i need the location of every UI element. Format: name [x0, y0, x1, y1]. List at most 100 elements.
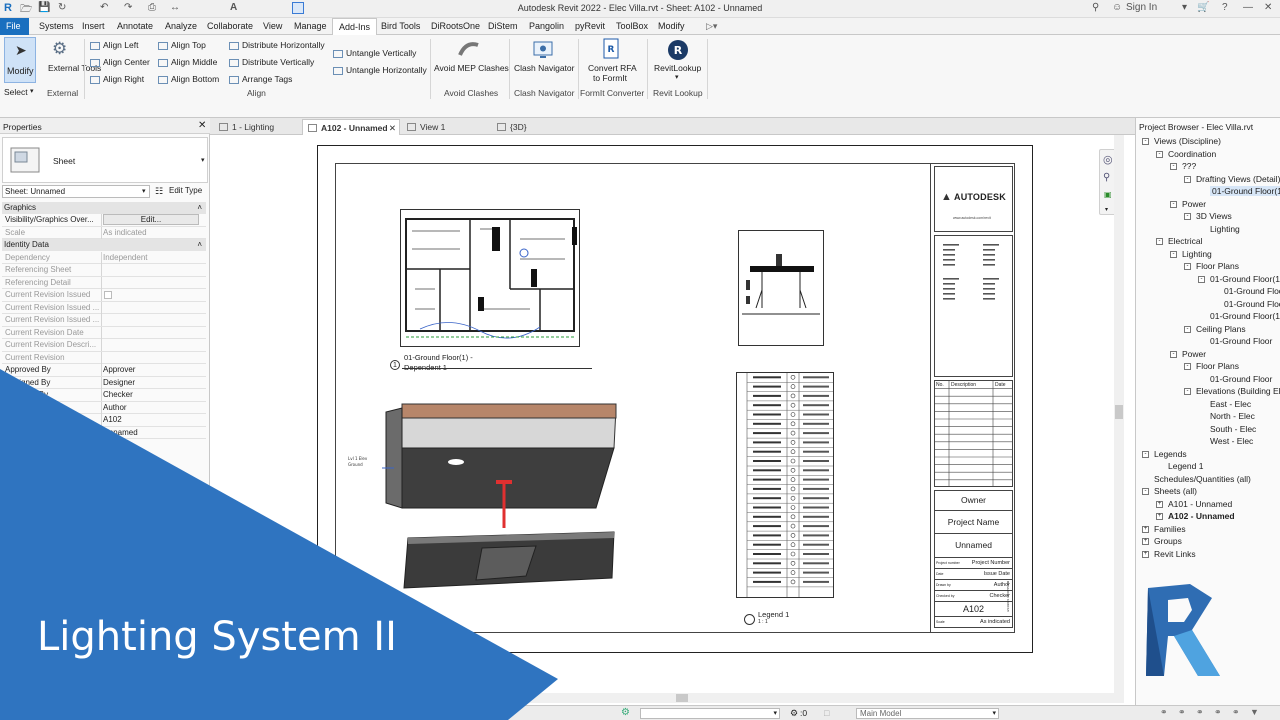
view-tab-view1[interactable]: View 1 [402, 119, 488, 135]
browser-item[interactable]: Lighting [1182, 249, 1212, 259]
tab-bird-tools[interactable]: Bird Tools [375, 18, 426, 35]
design-option-select[interactable]: Main Model ▾ [856, 708, 999, 719]
tab-file[interactable]: File [0, 18, 29, 35]
browser-item[interactable]: Ceiling Plans [1196, 324, 1246, 334]
close-window-icon[interactable]: ✕ [1264, 2, 1272, 13]
tab-systems[interactable]: Systems [33, 18, 80, 35]
title-block[interactable]: ▲ AUTODESK www.autodesk.com/revit No. De… [930, 163, 1015, 633]
browser-item[interactable]: 01-Ground Floor [1210, 374, 1272, 384]
cart-icon[interactable]: 🛒 [1197, 2, 1209, 13]
sign-in-link[interactable]: Sign In [1126, 2, 1157, 13]
sheet[interactable]: 1 01-Ground Floor(1) - Dependent 1 Lvl 1… [317, 145, 1033, 653]
align-center-button[interactable]: Align Center [90, 57, 150, 67]
view-tab-lighting[interactable]: 1 - Lighting [214, 119, 300, 135]
distribute-horizontally-button[interactable]: Distribute Horizontally [229, 40, 325, 50]
collapse-icon[interactable]: - [1184, 213, 1191, 220]
drag-elements-icon[interactable]: ⚭ [1232, 707, 1240, 718]
worksharing-icon[interactable]: ⚙ [621, 707, 630, 718]
browser-item[interactable]: Power [1182, 349, 1206, 359]
select-underlay-icon[interactable]: ⚭ [1178, 707, 1186, 718]
browser-item[interactable]: East - Elec [1210, 399, 1251, 409]
collapse-icon[interactable]: - [1198, 275, 1205, 283]
browser-item[interactable]: Power [1182, 199, 1206, 209]
legend-table[interactable] [736, 372, 834, 598]
browser-item[interactable]: Coordination [1168, 149, 1216, 159]
prop-row[interactable]: Sheet Number A102 [2, 414, 206, 427]
section-3d-viewport[interactable]: Lvl 1 Elev Ground [346, 398, 621, 594]
expand-icon[interactable]: + [1156, 500, 1163, 508]
browser-item[interactable]: 01-Ground Floor [1210, 336, 1272, 346]
select-pinned-icon[interactable]: ⚭ [1196, 707, 1204, 718]
search-icon[interactable]: ⚲ [1092, 2, 1099, 13]
tab-annotate[interactable]: Annotate [111, 18, 159, 35]
align-middle-button[interactable]: Align Middle [158, 57, 217, 67]
tab-pangolin[interactable]: Pangolin [523, 18, 570, 35]
dropdown-icon[interactable]: ▾ [1182, 2, 1187, 13]
browser-item[interactable]: 01-Ground Floo [1224, 299, 1280, 309]
align-bottom-button[interactable]: Align Bottom [158, 74, 219, 84]
browser-item[interactable]: Lighting [1210, 224, 1240, 234]
vertical-scrollbar[interactable] [1114, 135, 1124, 693]
collapse-icon[interactable]: - [1184, 388, 1191, 395]
tab-distem[interactable]: DiStem [482, 18, 524, 35]
category-identity-data[interactable]: Identity Data ˄ [2, 239, 206, 251]
collapse-icon[interactable]: - [1156, 238, 1163, 245]
browser-item[interactable]: Views (Discipline) [1154, 136, 1221, 146]
expand-icon[interactable]: + [1142, 525, 1149, 533]
fit-icon[interactable]: ▣ [1104, 190, 1112, 199]
horizontal-scroll-thumb[interactable] [676, 694, 688, 702]
browser-item[interactable]: Floor Plans [1196, 261, 1239, 271]
prop-row[interactable]: Designed By Designer [2, 376, 206, 389]
tab-manage[interactable]: Manage [288, 18, 333, 35]
tab-modify[interactable]: Modify [652, 18, 691, 35]
vertical-scroll-thumb[interactable] [1115, 405, 1123, 419]
zoom-icon[interactable]: ⚲ [1103, 172, 1110, 183]
tab-dirootsone[interactable]: DiRootsOne [425, 18, 486, 35]
modify-button[interactable]: ➤ Modify [4, 37, 36, 83]
browser-item[interactable]: Legend 1 [1168, 461, 1203, 471]
prop-row[interactable]: Current Revision Issued [2, 289, 206, 302]
avoid-mep-clashes-button[interactable]: Avoid MEP Clashes [434, 63, 509, 73]
tab-collaborate[interactable]: Collaborate [201, 18, 259, 35]
browser-item[interactable]: Floor Plans [1196, 361, 1239, 371]
tab-toolbox[interactable]: ToolBox [610, 18, 654, 35]
prop-row[interactable]: Sheet Name Unnamed [2, 426, 206, 439]
prop-row[interactable]: Drawn By Author [2, 401, 206, 414]
collapse-icon[interactable]: - [1184, 175, 1191, 183]
browser-item[interactable]: Revit Links [1154, 549, 1196, 559]
vg-edit-button[interactable]: Edit... [103, 214, 199, 225]
browser-item[interactable]: Families [1154, 524, 1186, 534]
prop-row[interactable]: Checked By Checker [2, 389, 206, 402]
horizontal-scrollbar[interactable] [211, 693, 1124, 703]
browser-item[interactable]: Sheets (all) [1154, 486, 1197, 496]
collapse-icon[interactable]: - [1170, 350, 1177, 358]
browser-item[interactable]: Legends [1154, 449, 1187, 459]
close-properties-icon[interactable]: ✕ [198, 120, 206, 131]
browser-item[interactable]: 01-Ground Floor(1 [1210, 311, 1280, 321]
prop-row[interactable]: Current Revision Issued ... [2, 314, 206, 327]
prop-row[interactable]: Approved By Approver [2, 364, 206, 377]
collapse-icon[interactable]: - [1156, 150, 1163, 158]
select-dropdown[interactable]: Select [4, 87, 28, 97]
convert-rfa-button[interactable]: Convert RFA [588, 63, 637, 73]
collapse-icon[interactable]: - [1184, 363, 1191, 370]
prop-row[interactable]: Dependency Independent [2, 251, 206, 264]
prop-row[interactable]: Current Revision Issued ... [2, 301, 206, 314]
browser-item[interactable]: South - Elec [1210, 424, 1256, 434]
prop-row[interactable]: Current Revision Descri... [2, 339, 206, 352]
design-options-icon[interactable]: □ [824, 708, 829, 718]
nav-chevron-icon[interactable]: ▾ [1105, 206, 1108, 213]
prop-row[interactable]: Referencing Sheet [2, 264, 206, 277]
view-tab-a102[interactable]: A102 - Unnamed ✕ [302, 119, 400, 135]
expand-icon[interactable]: + [1142, 550, 1149, 558]
collapse-icon[interactable]: - [1184, 263, 1191, 270]
category-graphics[interactable]: Graphics ˄ [2, 202, 206, 214]
browser-item[interactable]: Schedules/Quantities (all) [1154, 474, 1251, 484]
browser-item[interactable]: Elevations (Building Ele [1196, 386, 1280, 396]
browser-item[interactable]: Groups [1154, 536, 1182, 546]
tab-analyze[interactable]: Analyze [159, 18, 203, 35]
arrange-tags-button[interactable]: Arrange Tags [229, 74, 292, 84]
browser-item[interactable]: 01-Ground Floo [1224, 286, 1280, 296]
detail-viewport[interactable] [738, 230, 824, 346]
expand-icon[interactable]: + [1142, 538, 1149, 545]
